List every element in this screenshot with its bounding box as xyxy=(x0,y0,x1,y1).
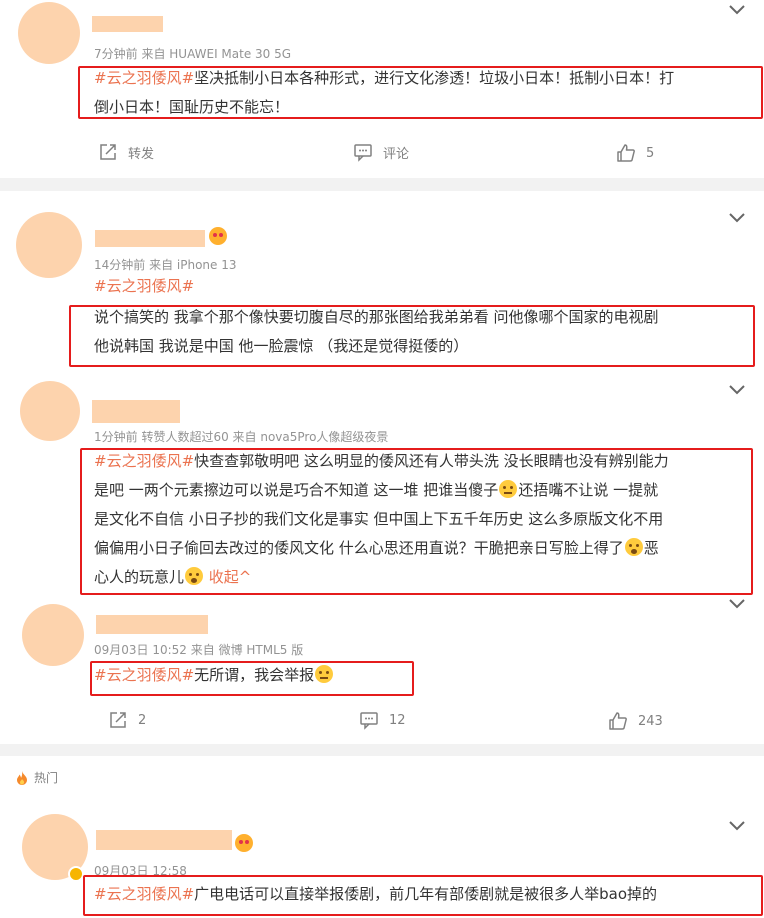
comment-button[interactable]: 12 xyxy=(359,710,406,730)
chevron-down-icon[interactable] xyxy=(728,4,746,16)
avatar[interactable] xyxy=(18,2,80,64)
collapse-link[interactable]: 收起^ xyxy=(209,568,252,586)
comment-text: #云之羽倭风#无所谓，我会举报 xyxy=(94,661,334,690)
comment-icon xyxy=(354,144,372,162)
comment-meta: 14分钟前 来自 iPhone 13 xyxy=(94,258,237,272)
user-badge-icon xyxy=(235,834,253,852)
comment-tag-line: #云之羽倭风# xyxy=(94,272,194,301)
comment-text: #云之羽倭风#快查查郭敬明吧 这么明显的倭风还有人带头洗 没长眼睛也没有辨别能力… xyxy=(94,452,669,586)
flame-icon xyxy=(17,770,27,785)
emoji-icon xyxy=(624,538,643,556)
share-button[interactable]: 2 xyxy=(108,710,146,730)
share-icon xyxy=(110,712,126,728)
comment-text: #云之羽倭风#坚决抵制小日本各种形式，进行文化渗透！垃圾小日本！抵制小日本！打 … xyxy=(94,69,675,116)
thumbs-up-icon xyxy=(609,712,627,730)
chevron-down-icon[interactable] xyxy=(728,212,746,224)
comment-meta: 7分钟前 来自 HUAWEI Mate 30 5G xyxy=(94,47,292,61)
hashtag-link[interactable]: #云之羽倭风# xyxy=(94,452,194,470)
username-redacted[interactable] xyxy=(95,230,205,247)
emoji-icon xyxy=(185,567,204,585)
comment-meta: 09月03日 10:52 来自 微博 HTML5 版 xyxy=(94,643,304,657)
emoji-icon xyxy=(499,480,518,498)
like-button[interactable]: 243 xyxy=(608,711,663,731)
thumbs-up-icon xyxy=(617,144,635,162)
hashtag-link[interactable]: #云之羽倭风# xyxy=(94,69,194,87)
comment-icon xyxy=(360,712,378,730)
chevron-down-icon[interactable] xyxy=(728,820,746,832)
comment-text: 说个搞笑的 我拿个那个像快要切腹自尽的那张图给我弟弟看 问他像哪个国家的电视剧 … xyxy=(94,308,659,355)
hashtag-link[interactable]: #云之羽倭风# xyxy=(94,277,194,295)
like-button[interactable]: 5 xyxy=(616,143,654,163)
comment-button[interactable]: 评论 xyxy=(353,142,409,162)
section-divider xyxy=(0,744,764,756)
comment-text: #云之羽倭风#广电电话可以直接举报倭剧，前几年有部倭剧就是被很多人举bao掉的 xyxy=(94,885,658,903)
username-redacted[interactable] xyxy=(92,400,180,423)
hot-section-header: 热门 xyxy=(14,769,58,786)
section-divider xyxy=(0,178,764,191)
chevron-down-icon[interactable] xyxy=(728,384,746,396)
chevron-down-icon[interactable] xyxy=(728,598,746,610)
comment-meta: 1分钟前 转赞人数超过60 来自 nova5Pro人像超级夜景 xyxy=(94,430,389,444)
avatar[interactable] xyxy=(22,604,84,666)
hashtag-link[interactable]: #云之羽倭风# xyxy=(94,885,194,903)
verified-badge-icon xyxy=(68,866,84,882)
username-redacted[interactable] xyxy=(96,615,208,634)
emoji-icon xyxy=(315,665,334,683)
share-button[interactable]: 转发 xyxy=(98,142,154,162)
avatar[interactable] xyxy=(16,212,82,278)
share-icon xyxy=(100,144,116,160)
username-redacted[interactable] xyxy=(96,830,232,850)
user-badge-icon xyxy=(209,227,227,245)
username-redacted[interactable] xyxy=(92,16,163,32)
avatar[interactable] xyxy=(20,381,80,441)
hashtag-link[interactable]: #云之羽倭风# xyxy=(94,666,194,684)
